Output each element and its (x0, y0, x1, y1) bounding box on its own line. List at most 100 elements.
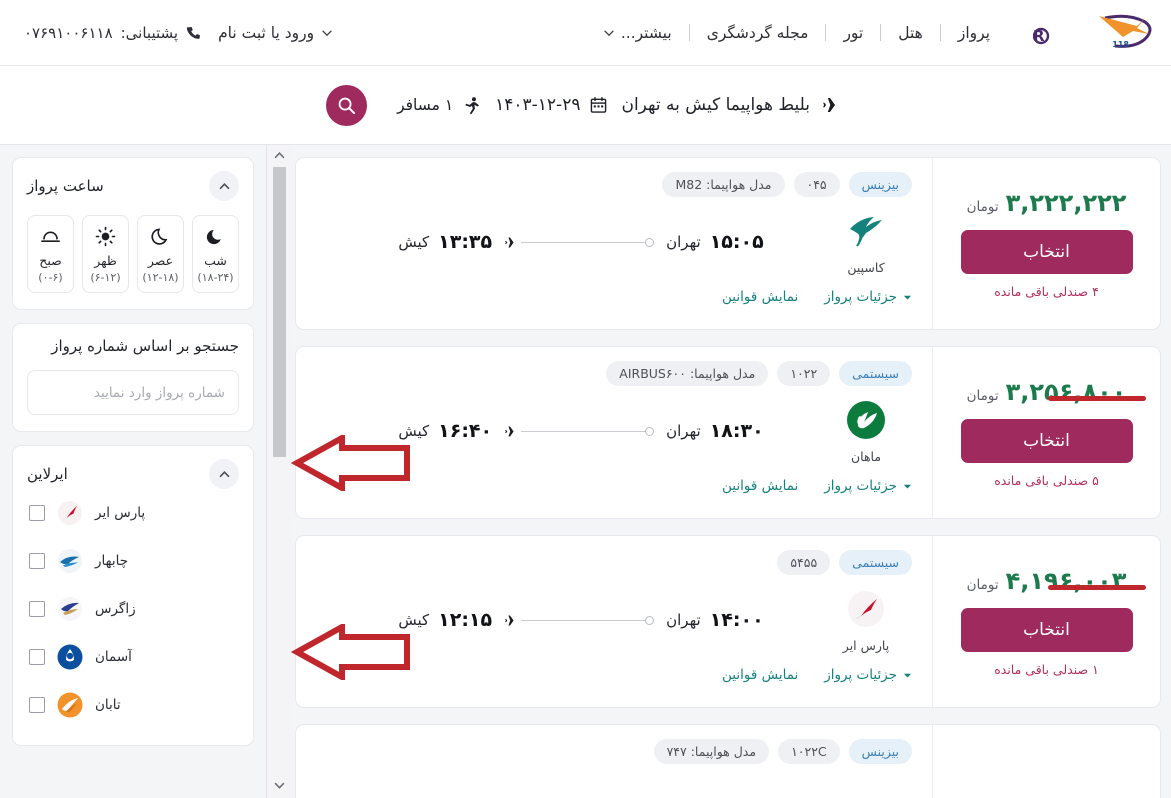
support-info[interactable]: پشتیبانی: ۰۷۶۹۱۰۰۶۱۱۸ (18, 24, 202, 42)
flight-result-card[interactable]: بیزینس ۱۰۲۲C مدل هواپیما: ۷۴۷ (295, 724, 1161, 798)
airline-checkbox[interactable] (29, 697, 45, 713)
route-airplane-icon (505, 426, 520, 436)
airline-checkbox[interactable] (29, 553, 45, 569)
airline-filter-item-taban[interactable]: تابان (27, 681, 239, 729)
select-flight-button[interactable]: انتخاب (960, 229, 1133, 274)
aircraft-model-tag: مدل هواپیما: ۷۴۷ (653, 739, 770, 764)
site-header: HARTER 118 پرواز هتل تور مجله گردشگری بی… (0, 0, 1171, 66)
cabin-class-tag: سیستمی (839, 550, 912, 575)
nav-item-flight[interactable]: پرواز (941, 24, 1007, 42)
airline-checkbox[interactable] (29, 505, 45, 521)
flight-details-link[interactable]: جزئیات پرواز (824, 667, 912, 683)
search-summary-inner: بلیط هواپیما کیش به تهران ۱۴۰۳-۱۲-۲۹ ۱ م… (326, 84, 845, 126)
time-option-noon[interactable]: ظهر (۶-۱۲) (82, 215, 129, 293)
login-register-button[interactable]: ورود یا ثبت نام (202, 24, 349, 42)
airline-filter-item-zagros[interactable]: زاگرس (27, 585, 239, 633)
flight-time-options: شب (۱۸-۲۴) عصر (۱۲-۱۸) ظهر (۶-۱۲) صبح (۰… (27, 215, 239, 293)
flight-time-collapse-button[interactable] (209, 171, 239, 201)
zagros-logo-icon (56, 595, 84, 623)
flight-tags: سیستمی ۵۴۵۵ (314, 550, 912, 575)
price-column: ۴,۱۹۶,۰۰۳ تومان انتخاب ۱ صندلی باقی ماند… (932, 536, 1160, 707)
passenger-icon (465, 96, 480, 114)
arrival-time: ۱۵:۰۵ (709, 231, 764, 253)
scroll-down-icon[interactable] (273, 779, 286, 792)
site-logo[interactable]: HARTER 118 (1033, 12, 1157, 54)
time-option-evening[interactable]: عصر (۱۲-۱۸) (137, 215, 184, 293)
airline-filter-item-aseman[interactable]: آسمان (27, 633, 239, 681)
show-rules-link[interactable]: نمایش قوانین (722, 289, 798, 305)
airline-collapse-button[interactable] (209, 459, 239, 489)
scrollbar-thumb[interactable] (272, 167, 286, 457)
cabin-class-tag: بیزینس (848, 739, 912, 764)
nav-item-tour[interactable]: تور (826, 24, 880, 42)
parsair-logo-icon (56, 499, 84, 527)
flight-number-filter: جستجو بر اساس شماره پرواز (12, 323, 254, 432)
airline-checkbox[interactable] (29, 601, 45, 617)
svg-text:118: 118 (1112, 40, 1129, 49)
flight-details-link[interactable]: جزئیات پرواز (824, 289, 912, 305)
nav-divider (825, 24, 827, 41)
flight-middle-row: پارس ایر ۱۴:۰۰ تهران ۱۲:۱۵ کیش (314, 587, 912, 653)
arrival-time: ۱۸:۳۰ (709, 420, 764, 442)
airline-block: ماهان (820, 398, 912, 464)
select-flight-button[interactable]: انتخاب (960, 418, 1133, 463)
airline-filter-item-chabahar[interactable]: چابهار (27, 537, 239, 585)
route-track (504, 234, 655, 251)
route-line (521, 619, 646, 621)
login-label: ورود یا ثبت نام (218, 23, 315, 42)
scroll-up-icon[interactable] (273, 149, 286, 162)
search-passengers[interactable]: ۱ مسافر (397, 96, 481, 115)
nav-item-magazine[interactable]: مجله گردشگری (690, 24, 826, 42)
flight-result-card[interactable]: ۳,۲۵۶,۸۰۰ تومان انتخاب ۵ صندلی باقی ماند… (291, 346, 1161, 519)
flight-time-filter-title: ساعت پرواز (27, 177, 104, 195)
caret-down-icon (903, 295, 912, 299)
price-line: ۳,۲۵۶,۸۰۰ تومان (967, 378, 1127, 406)
price-column: ۳,۲۵۶,۸۰۰ تومان انتخاب ۵ صندلی باقی ماند… (932, 347, 1160, 518)
flight-result-card[interactable]: ۴,۱۹۶,۰۰۳ تومان انتخاب ۱ صندلی باقی ماند… (291, 535, 1161, 708)
airplane-icon (823, 98, 843, 112)
price-currency: تومان (966, 198, 999, 215)
svg-text:HARTER: HARTER (1033, 27, 1045, 45)
time-option-morning[interactable]: صبح (۰-۶) (27, 215, 74, 293)
price-column (932, 725, 1160, 798)
nav-item-hotel[interactable]: هتل (881, 24, 940, 42)
nav-item-more[interactable]: بیشتر... (586, 24, 689, 42)
route-endpoint-dot (645, 237, 655, 247)
phone-icon (186, 26, 200, 39)
caspian-logo-icon (844, 209, 888, 253)
search-passenger-label: ۱ مسافر (397, 96, 454, 114)
arrival-leg: ۱۵:۰۵ تهران (666, 231, 764, 253)
route-airplane-icon (505, 237, 520, 247)
flight-number-tag: ۵۴۵۵ (777, 550, 831, 575)
price-currency: تومان (966, 576, 999, 593)
flight-info-column: بیزینس ۰۴۵ مدل هواپیما: M82 کاسپین ۱۵:۰۵… (296, 158, 932, 329)
chevron-up-icon (219, 182, 229, 189)
flight-number-filter-title: جستجو بر اساس شماره پرواز (51, 337, 239, 355)
time-option-range: (۶-۱۲) (90, 271, 121, 284)
search-button[interactable] (326, 84, 368, 126)
flight-details-label: جزئیات پرواز (824, 289, 897, 305)
flight-result-card[interactable]: ۳,۲۲۲,۲۲۲ تومان انتخاب ۴ صندلی باقی ماند… (295, 157, 1161, 330)
select-flight-button[interactable]: انتخاب (960, 607, 1133, 652)
airline-filter-item-parsair[interactable]: پارس ایر (27, 489, 239, 537)
page-content: ۳,۲۲۲,۲۲۲ تومان انتخاب ۴ صندلی باقی ماند… (0, 145, 1171, 798)
flight-details-link[interactable]: جزئیات پرواز (824, 478, 912, 494)
filters-sidebar: ساعت پرواز شب (۱۸-۲۴) عصر (۱۲-۱۸) ظهر (۶… (0, 145, 266, 798)
sidebar-scrollbar[interactable] (266, 145, 291, 798)
price-column: ۳,۲۲۲,۲۲۲ تومان انتخاب ۴ صندلی باقی ماند… (932, 158, 1160, 329)
show-rules-link[interactable]: نمایش قوانین (722, 478, 798, 494)
show-rules-link[interactable]: نمایش قوانین (722, 667, 798, 683)
price-value: ۳,۲۵۶,۸۰۰ (1005, 377, 1127, 406)
search-date[interactable]: ۱۴۰۳-۱۲-۲۹ (495, 95, 607, 115)
airline-filter-label: تابان (95, 697, 121, 713)
search-date-label: ۱۴۰۳-۱۲-۲۹ (495, 95, 581, 115)
price-value: ۳,۲۲۲,۲۲۲ (1005, 188, 1127, 217)
flight-number-input[interactable] (27, 370, 239, 415)
flight-route: ۱۵:۰۵ تهران ۱۳:۳۵ کیش (342, 231, 820, 253)
time-option-night[interactable]: شب (۱۸-۲۴) (192, 215, 239, 293)
airline-checkbox[interactable] (29, 649, 45, 665)
caret-down-icon (903, 484, 912, 488)
cabin-class-tag: بیزینس (848, 172, 912, 197)
search-route[interactable]: بلیط هواپیما کیش به تهران (621, 93, 844, 117)
airline-filter-header: ایرلاین (27, 459, 239, 489)
